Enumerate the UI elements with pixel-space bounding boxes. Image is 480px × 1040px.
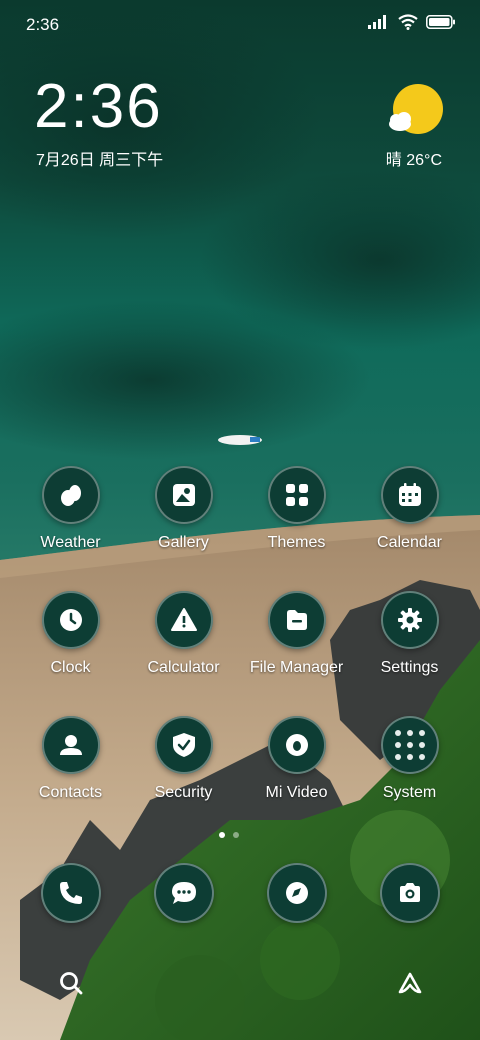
dock-phone[interactable]	[14, 863, 127, 923]
dock-camera-circle	[379, 863, 440, 923]
messages-icon	[171, 882, 196, 904]
calendar-icon	[398, 483, 421, 506]
app-calculator[interactable]: Calculator	[127, 591, 240, 677]
app-label: Mi Video	[265, 784, 328, 801]
app-themes-circle	[267, 466, 326, 524]
camera-icon	[399, 883, 420, 902]
signal-icon	[368, 15, 386, 29]
status-bar: 2:36	[0, 0, 480, 50]
app-gallery-circle	[154, 466, 213, 524]
settings-icon	[397, 608, 422, 632]
themes-icon	[285, 484, 308, 506]
app-calculator-circle	[154, 591, 213, 649]
security-icon	[172, 733, 195, 757]
clock-widget-date: 7月26日 周三下午	[36, 152, 164, 169]
app-system-folder[interactable]: System	[353, 716, 466, 802]
app-label: Calculator	[147, 659, 220, 676]
app-file-manager[interactable]: File Manager	[240, 591, 353, 677]
contacts-icon	[59, 735, 82, 755]
app-label: Weather	[40, 534, 101, 551]
app-settings-circle	[380, 591, 439, 649]
clock-icon	[59, 609, 82, 631]
app-clock[interactable]: Clock	[14, 591, 127, 677]
weather-icon	[60, 485, 81, 506]
page-indicator-dot	[233, 832, 239, 838]
app-contacts-circle	[41, 716, 100, 774]
file-manager-icon	[286, 610, 307, 630]
mi-video-icon	[285, 734, 308, 756]
system-folder-icon	[394, 730, 425, 760]
dock-messages-circle	[153, 863, 214, 923]
app-mi-video[interactable]: Mi Video	[240, 716, 353, 802]
app-security[interactable]: Security	[127, 716, 240, 802]
phone-icon	[59, 882, 82, 904]
app-themes[interactable]: Themes	[240, 466, 353, 552]
app-contacts[interactable]: Contacts	[14, 716, 127, 802]
clock-widget-time[interactable]: 2:36	[34, 76, 163, 138]
dock-browser-circle	[266, 863, 327, 923]
status-icons	[368, 14, 456, 30]
dock-messages[interactable]	[127, 863, 240, 923]
sun-cloud-icon[interactable]	[384, 84, 444, 140]
page-indicator-dot-active	[219, 832, 225, 838]
app-calendar[interactable]: Calendar	[353, 466, 466, 552]
dock-phone-circle	[40, 863, 101, 923]
app-label: Gallery	[158, 534, 209, 551]
gallery-icon	[172, 484, 195, 506]
app-clock-circle	[41, 591, 100, 649]
dock-camera[interactable]	[353, 863, 466, 923]
weather-widget-text: 晴 26°C	[385, 152, 442, 169]
app-label: Clock	[50, 659, 91, 676]
browser-icon	[285, 882, 308, 904]
dock-browser[interactable]	[240, 863, 353, 923]
app-weather-circle	[41, 466, 100, 524]
app-label: Themes	[267, 534, 326, 551]
app-label: Contacts	[38, 784, 103, 801]
app-vault-icon[interactable]	[396, 970, 424, 996]
app-gallery[interactable]: Gallery	[127, 466, 240, 552]
app-weather[interactable]: Weather	[14, 466, 127, 552]
app-label: Settings	[380, 659, 439, 676]
app-label: Security	[154, 784, 213, 801]
wifi-icon	[398, 14, 418, 30]
app-file-manager-circle	[267, 591, 326, 649]
app-label: System	[382, 784, 437, 801]
calculator-icon	[170, 608, 197, 631]
app-label: File Manager	[249, 659, 344, 676]
battery-icon	[426, 15, 455, 29]
app-calendar-circle	[380, 466, 439, 524]
app-label: Calendar	[377, 534, 442, 551]
search-icon[interactable]	[58, 970, 84, 996]
app-settings[interactable]: Settings	[353, 591, 466, 677]
status-time: 2:36	[26, 15, 60, 34]
app-mi-video-circle	[267, 716, 326, 774]
app-security-circle	[154, 716, 213, 774]
app-system-folder-circle	[380, 716, 439, 774]
